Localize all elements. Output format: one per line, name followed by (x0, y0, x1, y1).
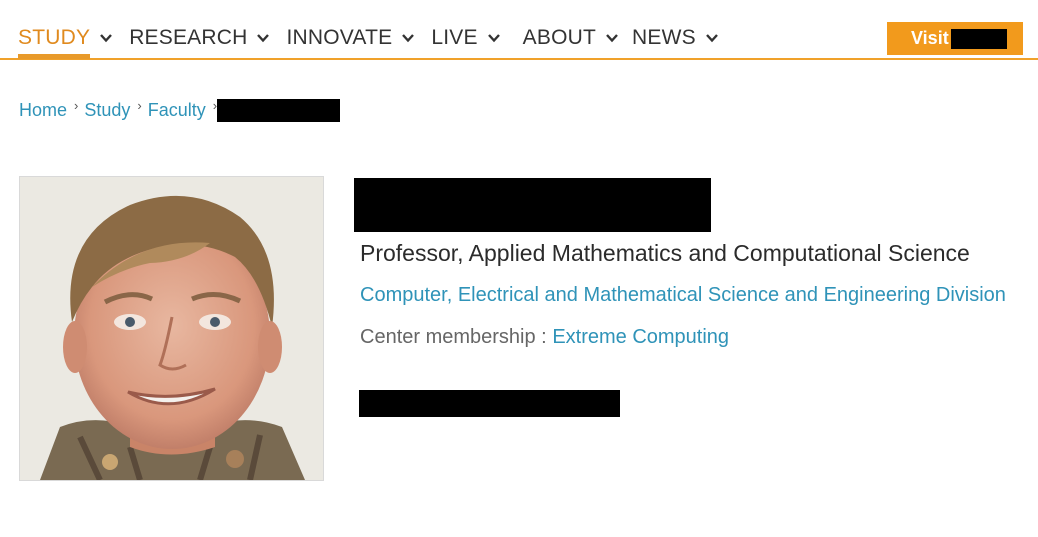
contact-redacted (359, 390, 620, 417)
nav-item-label: INNOVATE (286, 26, 393, 49)
division-link[interactable]: Computer, Electrical and Mathematical Sc… (360, 284, 1006, 307)
profile-photo (19, 176, 324, 481)
nav-menu: STUDY RESEARCH INNOVATE LIVE ABOUT NEWS (18, 26, 735, 59)
portrait-image (20, 177, 323, 480)
profile-title: Professor, Applied Mathematics and Compu… (360, 240, 970, 266)
breadcrumb-home[interactable]: Home (19, 100, 67, 121)
chevron-down-icon (606, 34, 618, 43)
breadcrumb-study[interactable]: Study (84, 100, 130, 121)
chevron-down-icon (402, 34, 415, 43)
chevron-down-icon (257, 34, 270, 43)
center-link[interactable]: Extreme Computing (552, 326, 729, 348)
nav-item-label: ABOUT (522, 26, 596, 49)
nav-item-news[interactable]: NEWS (632, 26, 718, 50)
chevron-down-icon (100, 34, 113, 43)
nav-item-study[interactable]: STUDY (18, 26, 113, 59)
nav-item-innovate[interactable]: INNOVATE (286, 26, 415, 50)
chevron-right-icon: › (74, 98, 79, 113)
breadcrumb-current-redacted (217, 99, 341, 122)
chevron-down-icon (705, 34, 718, 43)
breadcrumb-faculty[interactable]: Faculty (148, 100, 206, 121)
top-navigation: STUDY RESEARCH INNOVATE LIVE ABOUT NEWS … (0, 0, 1038, 60)
visit-button[interactable]: Visit (887, 22, 1023, 55)
nav-item-label: NEWS (632, 26, 696, 49)
redacted-text (950, 28, 1007, 49)
chevron-down-icon (487, 34, 500, 43)
nav-item-label: LIVE (431, 26, 478, 49)
nav-item-label: RESEARCH (129, 26, 248, 49)
center-membership: Center membership : Extreme Computing (360, 326, 729, 349)
nav-item-research[interactable]: RESEARCH (129, 26, 270, 50)
chevron-right-icon: › (137, 98, 142, 113)
chevron-right-icon: › (212, 98, 218, 113)
breadcrumb: Home › Study › Faculty › (19, 98, 341, 122)
visit-label: Visit (911, 28, 949, 48)
center-membership-label: Center membership : (360, 326, 547, 348)
profile-name-redacted (354, 178, 711, 232)
nav-item-about[interactable]: ABOUT (523, 26, 618, 50)
nav-item-live[interactable]: LIVE (431, 26, 500, 50)
nav-item-label: STUDY (18, 26, 91, 49)
